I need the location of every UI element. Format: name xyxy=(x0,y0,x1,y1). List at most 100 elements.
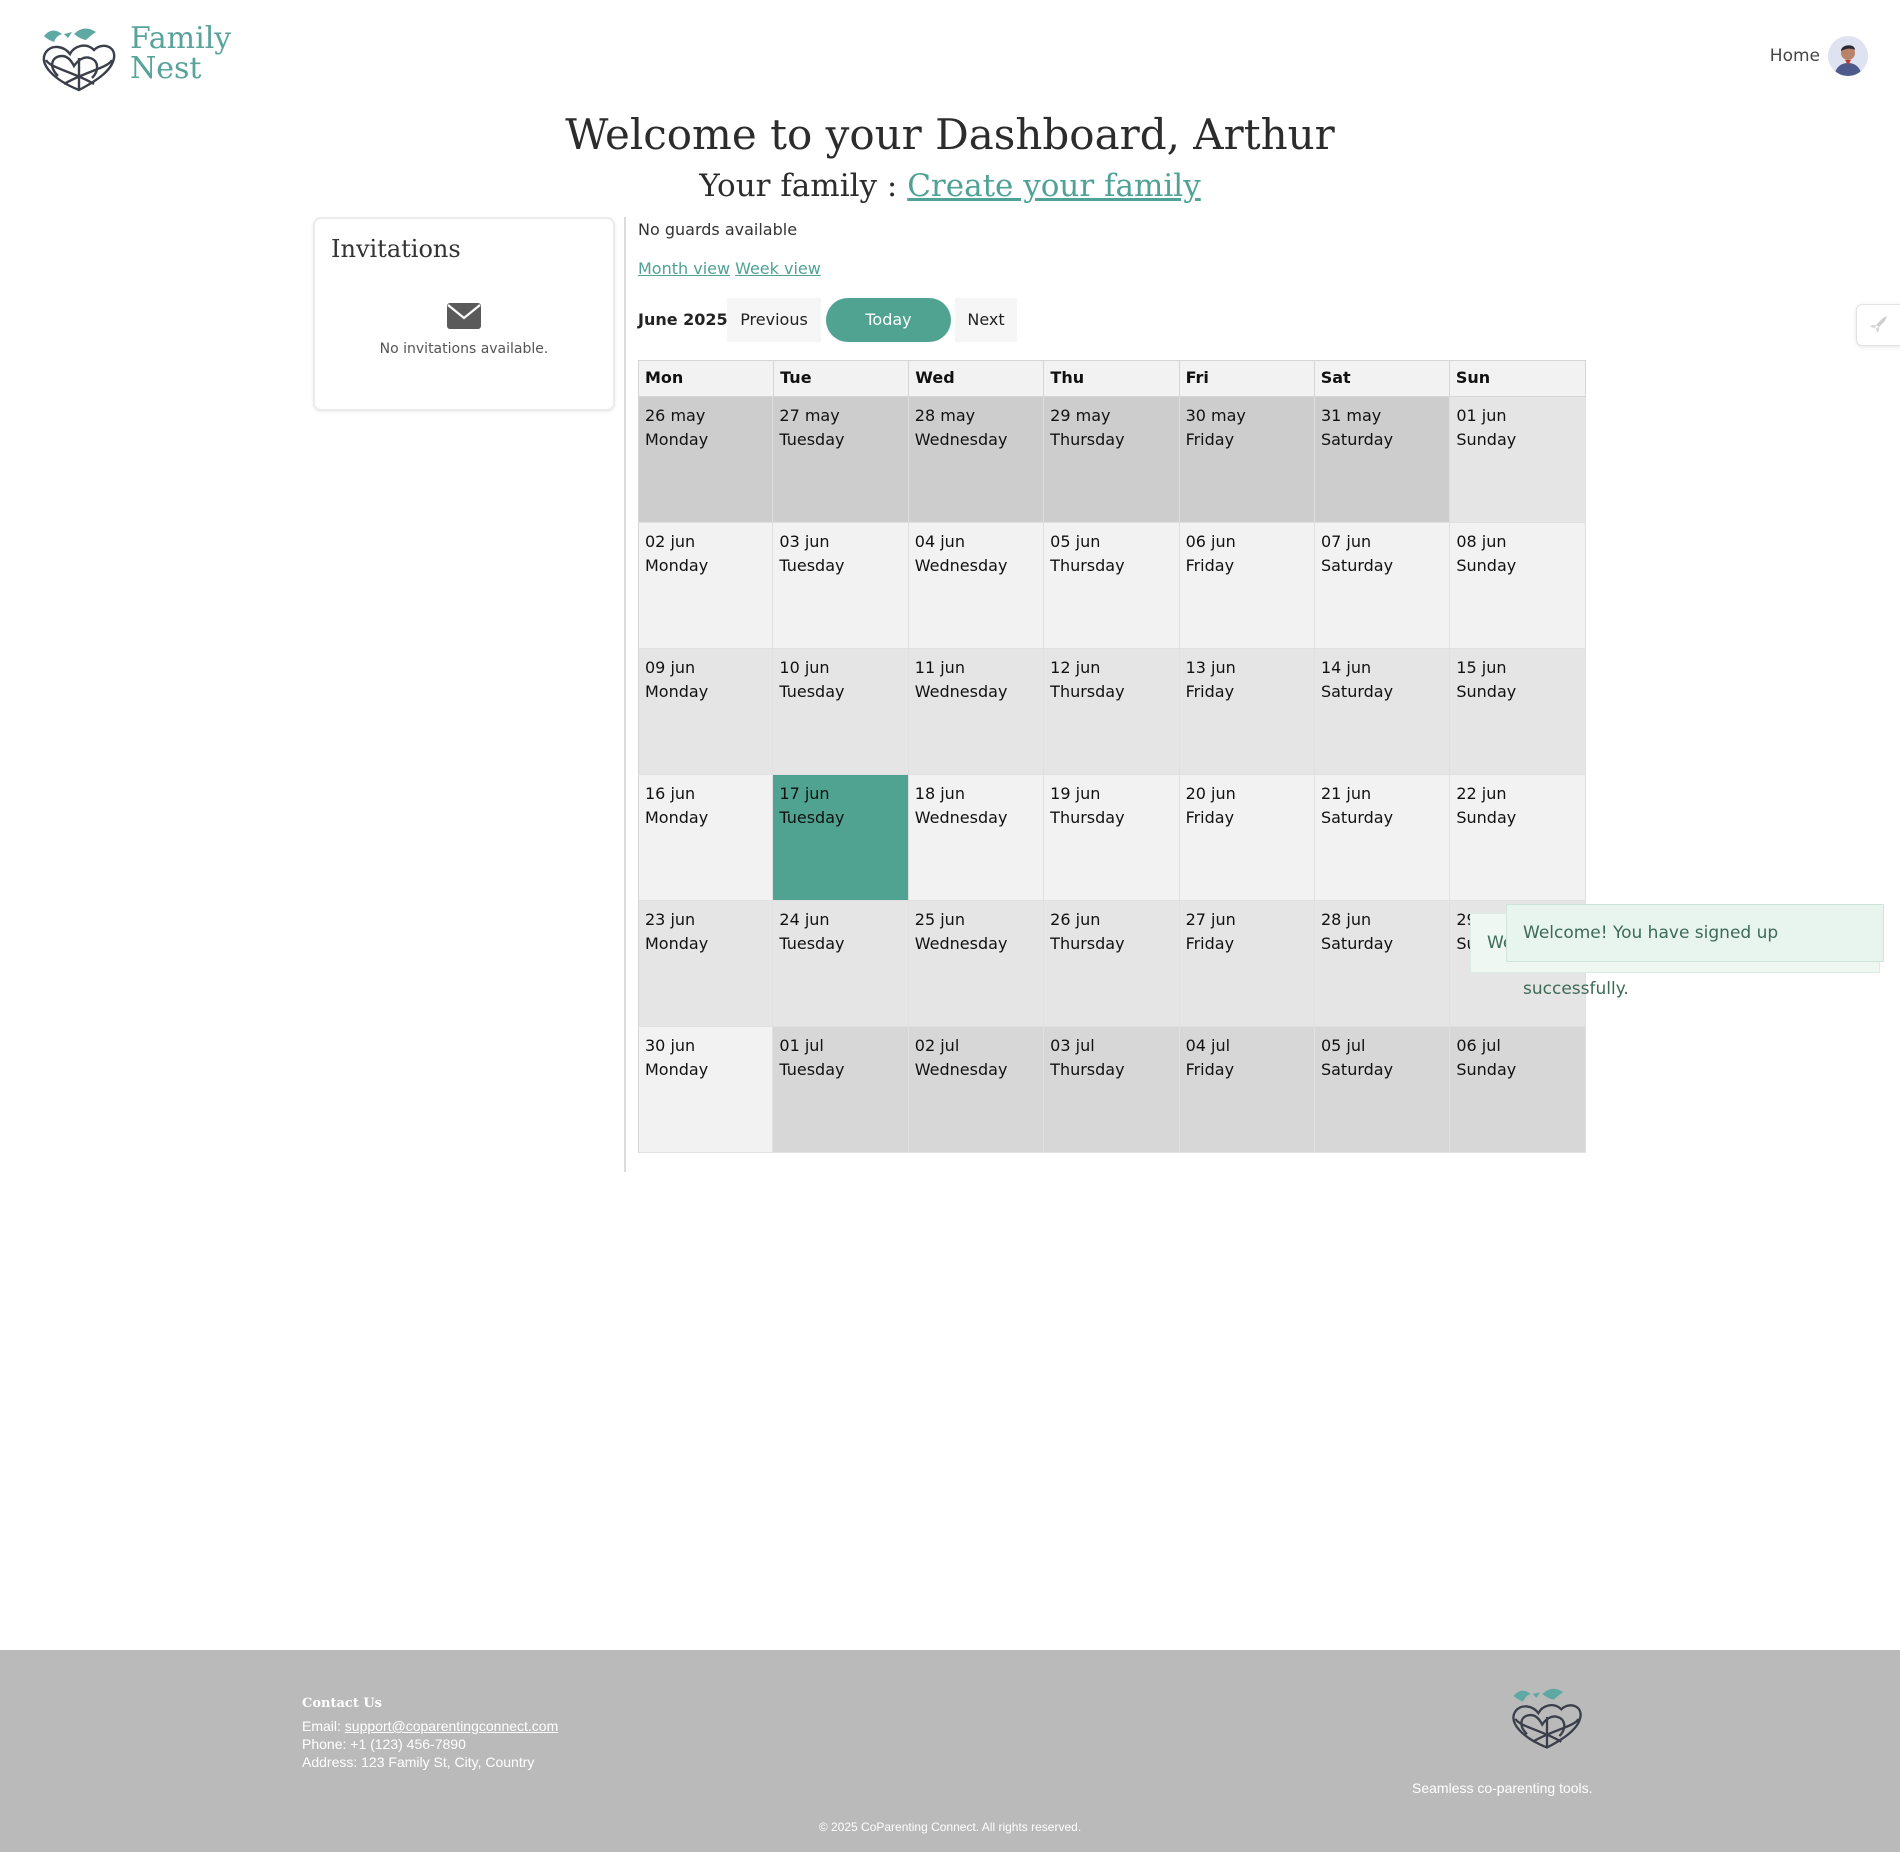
calendar-day-cell[interactable]: 05 jun Thursday xyxy=(1044,523,1180,649)
day-name: Friday xyxy=(1185,1060,1235,1079)
day-name: Tuesday xyxy=(779,682,845,701)
calendar-day-cell[interactable]: 30 jun Monday xyxy=(638,1027,774,1153)
day-name: Wednesday xyxy=(914,934,1008,953)
next-button[interactable]: Next xyxy=(955,298,1017,342)
calendar-day-cell[interactable]: 07 jun Saturday xyxy=(1314,523,1451,649)
calendar-day-cell[interactable]: 25 jun Wednesday xyxy=(908,901,1045,1027)
site-footer: Contact Us Email: support@coparentingcon… xyxy=(0,1650,1900,1852)
calendar-day-cell[interactable]: 04 jun Wednesday xyxy=(908,523,1045,649)
calendar-day-cell[interactable]: 20 jun Friday xyxy=(1179,775,1315,901)
day-date: 29 may xyxy=(1050,406,1111,425)
footer-address: Address: 123 Family St, City, Country xyxy=(302,1754,535,1770)
calendar-day-cell[interactable]: 23 jun Monday xyxy=(638,901,774,1027)
calendar-day-cell[interactable]: 21 jun Saturday xyxy=(1314,775,1451,901)
calendar-week-row: 02 jun Monday 03 jun Tuesday 04 jun Wednesday… xyxy=(638,523,1586,649)
user-avatar[interactable] xyxy=(1828,36,1868,76)
calendar-day-cell[interactable]: 03 jun Tuesday xyxy=(773,523,909,649)
calendar-header-cell: Tue xyxy=(774,361,910,396)
calendar-day-cell-today[interactable]: 17 jun Tuesday xyxy=(773,775,909,901)
view-switcher: Month view Week view xyxy=(638,259,826,278)
calendar-day-cell[interactable]: 30 may Friday xyxy=(1179,397,1315,523)
calendar-day-cell[interactable]: 08 jun Sunday xyxy=(1450,523,1586,649)
day-name: Thursday xyxy=(1050,1060,1125,1079)
create-family-link[interactable]: Create your family xyxy=(907,168,1201,204)
day-name: Friday xyxy=(1185,430,1235,449)
calendar-day-cell[interactable]: 09 jun Monday xyxy=(638,649,774,775)
calendar-day-cell[interactable]: 28 may Wednesday xyxy=(908,397,1045,523)
calendar-day-cell[interactable]: 26 may Monday xyxy=(638,397,774,523)
day-name: Sunday xyxy=(1456,430,1517,449)
calendar-day-cell[interactable]: 11 jun Wednesday xyxy=(908,649,1045,775)
nav-home-link[interactable]: Home xyxy=(1770,46,1820,66)
calendar-day-cell[interactable]: 29 may Thursday xyxy=(1044,397,1180,523)
previous-button[interactable]: Previous xyxy=(727,298,821,342)
day-date: 03 jun xyxy=(779,532,830,551)
calendar-day-cell[interactable]: 01 jul Tuesday xyxy=(773,1027,909,1153)
day-name: Friday xyxy=(1185,934,1235,953)
calendar-day-cell[interactable]: 19 jun Thursday xyxy=(1044,775,1180,901)
footer-email-link[interactable]: support@coparentingconnect.com xyxy=(345,1718,558,1734)
calendar-day-cell[interactable]: 02 jun Monday xyxy=(638,523,774,649)
calendar-day-cell[interactable]: 31 may Saturday xyxy=(1314,397,1451,523)
week-view-link[interactable]: Week view xyxy=(735,259,821,278)
side-tab[interactable] xyxy=(1856,304,1900,346)
calendar-day-cell[interactable]: 02 jul Wednesday xyxy=(908,1027,1045,1153)
day-date: 04 jun xyxy=(914,532,965,551)
toast-notification[interactable]: Welcome! You have signed up successfully… xyxy=(1506,904,1884,999)
calendar-day-cell[interactable]: 13 jun Friday xyxy=(1179,649,1315,775)
day-name: Thursday xyxy=(1050,808,1125,827)
day-date: 21 jun xyxy=(1320,784,1372,803)
day-date: 27 may xyxy=(779,406,840,425)
invitations-card: Invitations No invitations available. xyxy=(313,217,615,411)
day-date: 31 may xyxy=(1320,406,1382,425)
calendar-day-cell[interactable]: 22 jun Sunday xyxy=(1450,775,1586,901)
day-name: Sunday xyxy=(1456,808,1517,827)
brand-name[interactable]: Family Nest xyxy=(130,24,231,84)
day-date: 01 jun xyxy=(1456,406,1507,425)
today-button[interactable]: Today xyxy=(826,298,951,342)
footer-contact-heading: Contact Us xyxy=(302,1696,382,1711)
footer-email-line: Email: support@coparentingconnect.com xyxy=(302,1718,558,1734)
day-date: 06 jul xyxy=(1456,1036,1501,1055)
day-name: Tuesday xyxy=(779,808,845,827)
calendar-day-cell[interactable]: 06 jul Sunday xyxy=(1450,1027,1586,1153)
footer-copyright: © 2025 CoParenting Connect. All rights r… xyxy=(818,1820,1082,1834)
day-name: Saturday xyxy=(1320,682,1394,701)
calendar-day-cell[interactable]: 28 jun Saturday xyxy=(1314,901,1451,1027)
calendar-day-cell[interactable]: 16 jun Monday xyxy=(638,775,774,901)
calendar-day-cell[interactable]: 26 jun Thursday xyxy=(1044,901,1180,1027)
day-name: Sunday xyxy=(1456,1060,1517,1079)
month-view-link[interactable]: Month view xyxy=(638,259,730,278)
calendar-day-cell[interactable]: 14 jun Saturday xyxy=(1314,649,1451,775)
calendar-day-cell[interactable]: 10 jun Tuesday xyxy=(773,649,909,775)
calendar-day-cell[interactable]: 12 jun Thursday xyxy=(1044,649,1180,775)
calendar-day-cell[interactable]: 06 jun Friday xyxy=(1179,523,1315,649)
family-nest-logo[interactable] xyxy=(34,18,124,96)
day-date: 14 jun xyxy=(1320,658,1372,677)
calendar-header-cell: Mon xyxy=(639,361,775,396)
invitations-title: Invitations xyxy=(331,235,461,263)
calendar-day-cell[interactable]: 01 jun Sunday xyxy=(1450,397,1586,523)
day-date: 26 may xyxy=(645,406,706,425)
avatar-icon xyxy=(1828,36,1868,76)
calendar-day-cell[interactable]: 27 jun Friday xyxy=(1179,901,1315,1027)
calendar-day-cell[interactable]: 04 jul Friday xyxy=(1179,1027,1315,1153)
calendar-day-cell[interactable]: 05 jul Saturday xyxy=(1314,1027,1451,1153)
day-date: 17 jun xyxy=(779,784,830,803)
calendar-day-cell[interactable]: 18 jun Wednesday xyxy=(908,775,1045,901)
calendar-week-row: 23 jun Monday 24 jun Tuesday 25 jun Wednesday… xyxy=(638,901,1586,1027)
calendar-day-cell[interactable]: 03 jul Thursday xyxy=(1044,1027,1180,1153)
calendar-month-label: June 2025 xyxy=(638,310,728,329)
day-name: Saturday xyxy=(1320,808,1394,827)
day-name: Wednesday xyxy=(914,556,1008,575)
calendar-day-cell[interactable]: 24 jun Tuesday xyxy=(773,901,909,1027)
day-name: Monday xyxy=(645,808,709,827)
rocket-icon xyxy=(1870,316,1887,333)
column-divider xyxy=(624,217,626,1172)
calendar-day-cell[interactable]: 27 may Tuesday xyxy=(773,397,909,523)
day-date: 15 jun xyxy=(1456,658,1507,677)
calendar-day-cell[interactable]: 15 jun Sunday xyxy=(1450,649,1586,775)
day-date: 13 jun xyxy=(1185,658,1236,677)
day-name: Wednesday xyxy=(914,682,1008,701)
calendar-body: 26 may Monday 27 may Tuesday 28 may Wednesday… xyxy=(638,397,1586,1153)
